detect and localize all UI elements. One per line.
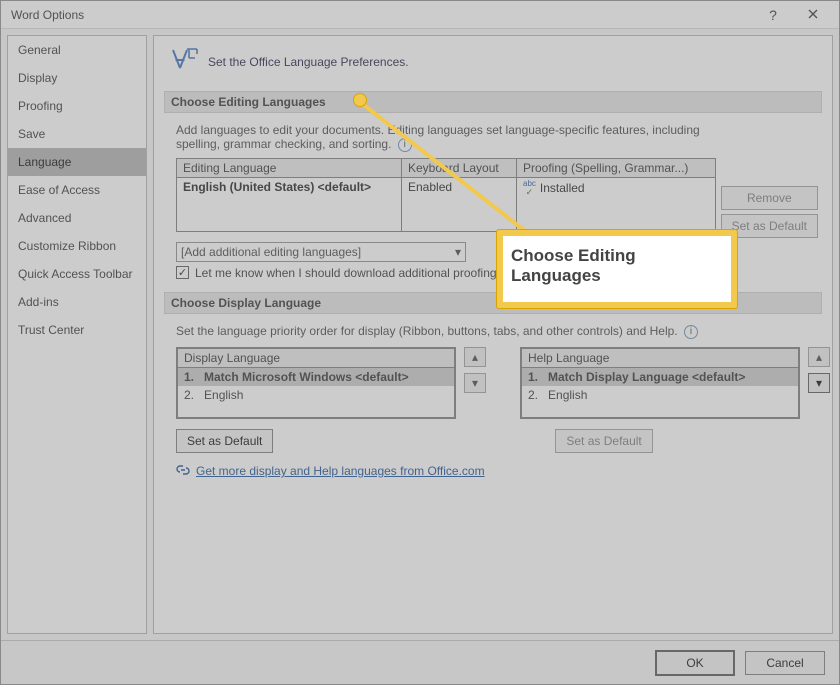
sidebar-item-qat[interactable]: Quick Access Toolbar — [8, 260, 146, 288]
proofing-installed-icon: abc✓ — [523, 180, 536, 197]
sidebar-item-customize-ribbon[interactable]: Customize Ribbon — [8, 232, 146, 260]
display-move-up-button[interactable]: ▴ — [464, 347, 486, 367]
display-languages: Display Language 1. Match Microsoft Wind… — [176, 347, 822, 419]
set-default-display-button[interactable]: Set as Default — [176, 429, 273, 453]
close-icon — [808, 8, 818, 22]
sidebar-item-trust-center[interactable]: Trust Center — [8, 316, 146, 344]
add-editing-language-dropdown[interactable]: [Add additional editing languages] ▾ — [176, 242, 466, 262]
display-language-item-2[interactable]: 2. English — [178, 386, 454, 404]
editing-section-title: Choose Editing Languages — [164, 91, 822, 113]
editing-row-proofing-text: Installed — [540, 181, 585, 195]
cancel-button[interactable]: Cancel — [745, 651, 825, 675]
callout-box: Choose Editing Languages — [497, 230, 737, 308]
sidebar-item-language[interactable]: Language — [8, 148, 146, 176]
callout-text: Choose Editing Languages — [511, 246, 723, 286]
help-button[interactable]: ? — [753, 1, 793, 28]
editing-header-keyboard: Keyboard Layout — [402, 159, 516, 178]
display-updown: ▴ ▾ — [464, 347, 486, 419]
editing-row-lang[interactable]: English (United States) <default> — [177, 178, 401, 196]
info-icon[interactable]: i — [684, 325, 698, 339]
sidebar-item-display[interactable]: Display — [8, 64, 146, 92]
sidebar-item-advanced[interactable]: Advanced — [8, 204, 146, 232]
sidebar-item-save[interactable]: Save — [8, 120, 146, 148]
chevron-down-icon: ▾ — [455, 245, 461, 259]
ok-button[interactable]: OK — [655, 650, 735, 676]
display-move-down-button[interactable]: ▾ — [464, 373, 486, 393]
help-language-header: Help Language — [522, 349, 798, 368]
language-icon — [170, 46, 198, 77]
editing-desc-text: Add languages to edit your documents. Ed… — [176, 123, 700, 151]
editing-header-proofing: Proofing (Spelling, Grammar...) — [517, 159, 715, 178]
callout-focus-dot — [353, 93, 367, 107]
sidebar-item-ease-of-access[interactable]: Ease of Access — [8, 176, 146, 204]
display-language-header: Display Language — [178, 349, 454, 368]
options-sidebar: General Display Proofing Save Language E… — [7, 35, 147, 634]
help-language-listbox[interactable]: Help Language 1. Match Display Language … — [520, 347, 800, 419]
help-updown: ▴ ▾ — [808, 347, 830, 419]
set-default-help-button[interactable]: Set as Default — [555, 429, 652, 453]
word-options-dialog: Word Options ? General Display Proofing … — [0, 0, 840, 685]
help-move-up-button[interactable]: ▴ — [808, 347, 830, 367]
editing-desc: Add languages to edit your documents. Ed… — [176, 123, 736, 152]
help-language-item-1[interactable]: 1. Match Display Language <default> — [522, 368, 798, 386]
main-panel: Set the Office Language Preferences. Cho… — [153, 35, 833, 634]
display-desc: Set the language priority order for disp… — [176, 324, 816, 339]
add-editing-language-placeholder: [Add additional editing languages] — [181, 245, 361, 259]
link-icon — [176, 463, 190, 480]
sidebar-item-proofing[interactable]: Proofing — [8, 92, 146, 120]
sidebar-item-general[interactable]: General — [8, 36, 146, 64]
window-title: Word Options — [11, 8, 753, 22]
editing-row-proofing[interactable]: abc✓ Installed — [517, 178, 715, 199]
display-language-listbox[interactable]: Display Language 1. Match Microsoft Wind… — [176, 347, 456, 419]
download-proofing-checkbox[interactable]: ✓ — [176, 266, 189, 279]
get-more-languages-link[interactable]: Get more display and Help languages from… — [196, 464, 485, 478]
page-heading: Set the Office Language Preferences. — [170, 46, 822, 77]
display-desc-text: Set the language priority order for disp… — [176, 324, 678, 338]
checkmark-icon: ✓ — [178, 266, 187, 279]
display-language-item-1[interactable]: 1. Match Microsoft Windows <default> — [178, 368, 454, 386]
remove-language-button[interactable]: Remove — [721, 186, 818, 210]
download-proofing-label: Let me know when I should download addit… — [195, 266, 529, 280]
close-button[interactable] — [793, 1, 833, 28]
help-language-item-2[interactable]: 2. English — [522, 386, 798, 404]
titlebar: Word Options ? — [1, 1, 839, 29]
editing-header-lang: Editing Language — [177, 159, 401, 178]
dialog-footer: OK Cancel — [1, 640, 839, 684]
sidebar-item-addins[interactable]: Add-ins — [8, 288, 146, 316]
page-title: Set the Office Language Preferences. — [208, 55, 409, 69]
help-move-down-button[interactable]: ▾ — [808, 373, 830, 393]
